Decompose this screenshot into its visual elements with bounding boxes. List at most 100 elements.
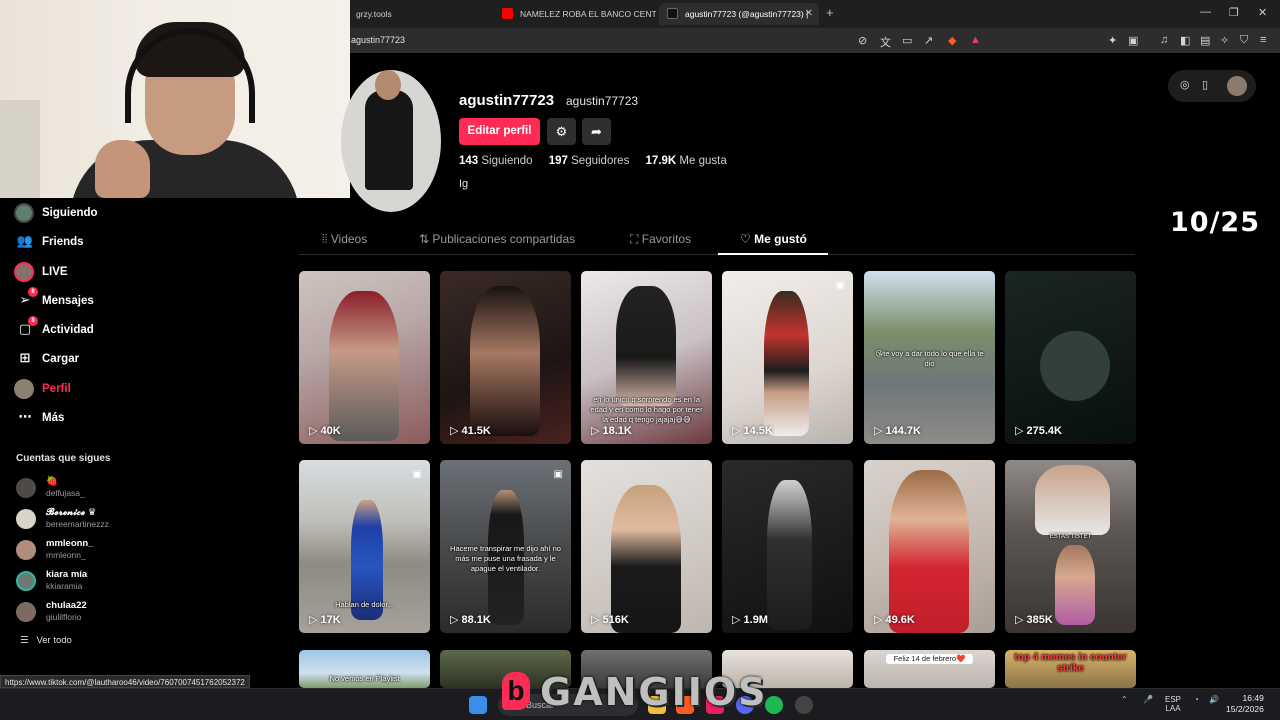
language-indicator[interactable]: ESP LAA	[1165, 695, 1181, 713]
video-thumbnail[interactable]: ESTAS TISTET ▷ 385K	[1005, 460, 1136, 633]
edit-profile-button[interactable]: Editar perfil	[459, 118, 540, 145]
thumbnail-figure	[1040, 331, 1110, 401]
url-field[interactable]: agustin77723	[351, 35, 405, 45]
wallet-icon[interactable]: ▤	[1200, 34, 1210, 47]
sidebar-item-label: Perfil	[42, 383, 71, 396]
video-thumbnail[interactable]: ▷ 49.6K	[864, 460, 995, 633]
profile-avatar[interactable]	[341, 70, 441, 212]
browser-tab-grzy[interactable]: grzy.tools	[330, 3, 490, 25]
video-thumbnail[interactable]: No vemos en Playlist	[299, 650, 430, 688]
video-thumbnail[interactable]: 😘te voy a dar todo lo que ella te dio ▷ …	[864, 271, 995, 444]
tab-videos[interactable]: ⦙⦙ Videos	[322, 232, 367, 247]
cast-icon[interactable]: ▭	[902, 34, 912, 47]
leo-ai-icon[interactable]: ✧	[1220, 34, 1229, 47]
rewards-icon[interactable]: ▲	[970, 34, 981, 46]
profile-avatar-icon	[14, 379, 34, 399]
avatar	[16, 602, 36, 622]
vpn-icon[interactable]: ⛉	[1240, 34, 1248, 47]
browser-tab-youtube[interactable]: NAMELEZ ROBA EL BANCO CENTRAL	[494, 3, 656, 25]
obs-icon[interactable]	[795, 696, 813, 714]
menu-icon[interactable]: ≡	[1260, 34, 1266, 46]
user-avatar-icon[interactable]	[1227, 76, 1247, 96]
sidebar-item-label: Cargar	[42, 353, 80, 365]
microphone-icon[interactable]: 🎤	[1143, 695, 1153, 704]
thumbnail-figure	[764, 291, 809, 436]
close-window-icon[interactable]: ✕	[1258, 6, 1267, 19]
view-count: ▷ 275.4K	[1015, 425, 1062, 437]
share-icon[interactable]: ↗	[924, 34, 933, 47]
sidebar-item-upload[interactable]: ⊞ Cargar	[14, 350, 80, 372]
profile-nickname: agustin77723	[566, 94, 639, 108]
view-count-value: 18.1K	[602, 425, 632, 437]
video-thumbnail[interactable]: en lo unico q sorprendo es en la edad y …	[581, 271, 712, 444]
following-count[interactable]: 143	[459, 155, 478, 167]
account-handle: mmleonn_	[46, 550, 86, 560]
sidebar-item-activity[interactable]: ▢ Actividad 8	[14, 316, 94, 343]
tabs-divider	[299, 254, 1135, 255]
clock-time: 16:49	[1242, 693, 1264, 703]
view-count-value: 17K	[320, 614, 341, 626]
video-thumbnail[interactable]: ▣ Hablan de dolor... ▷ 17K	[299, 460, 430, 633]
thumbnail-figure	[611, 485, 681, 633]
video-thumbnail[interactable]: Feliz 14 de febrero❤️	[864, 650, 995, 688]
phone-icon[interactable]: ▯	[1202, 78, 1208, 91]
video-thumbnail[interactable]: ▷ 1.9M	[722, 460, 853, 633]
tray-chevron-icon[interactable]: ⌃	[1121, 695, 1128, 704]
compass-icon[interactable]: ◎	[1180, 78, 1190, 91]
windows-start-icon[interactable]	[469, 696, 487, 714]
tab-favorites[interactable]: ⛶ Favoritos	[630, 232, 691, 247]
tab-liked[interactable]: ♡ Me gustó	[740, 232, 807, 246]
no-tracking-icon[interactable]: ⊘	[858, 34, 867, 47]
sidebar-item-friends[interactable]: 👥 Friends	[14, 233, 84, 255]
video-caption: 😘te voy a dar todo lo que ella te dio	[875, 349, 984, 368]
video-thumbnail[interactable]: ▷ 40K	[299, 271, 430, 444]
sidebar-toggle-icon[interactable]: ◧	[1180, 34, 1190, 47]
extensions-icon[interactable]: ✦	[1108, 34, 1117, 47]
view-count: ▷ 41.5K	[450, 425, 491, 437]
followers-count[interactable]: 197	[549, 155, 568, 167]
account-name: kiara mía	[46, 569, 88, 580]
video-thumbnail[interactable]: ▣ ▷ 14.5K	[722, 271, 853, 444]
media-icon[interactable]: ♫	[1160, 34, 1168, 46]
profile-username: agustin77723	[459, 92, 555, 109]
browser-tab-tiktok[interactable]: agustin77723 (@agustin77723) | ✕	[659, 3, 819, 25]
wifi-icon[interactable]: ◔	[1194, 695, 1199, 704]
share-profile-icon[interactable]: ➦	[582, 118, 611, 145]
sidebar-item-label: Actividad	[42, 324, 94, 336]
sidebar-item-more[interactable]: ⋯ Más	[14, 409, 65, 431]
view-count: ▷ 516K	[591, 614, 629, 626]
bookmark-icon: ⛶	[630, 232, 639, 246]
settings-gear-icon[interactable]: ⚙	[547, 118, 576, 145]
close-tab-icon[interactable]: ✕	[805, 8, 813, 19]
restore-icon[interactable]: ❐	[1229, 6, 1239, 19]
view-count: ▷ 1.9M	[732, 614, 768, 626]
translate-icon[interactable]: 文	[880, 34, 891, 50]
video-thumbnail[interactable]: ▷ 516K	[581, 460, 712, 633]
avatar	[16, 540, 36, 560]
video-thumbnail[interactable]: ▣ Haceme transpirar me dijo ahí no más m…	[440, 460, 571, 633]
minimize-icon[interactable]: —	[1200, 6, 1211, 18]
video-caption: Haceme transpirar me dijo ahí no más me …	[450, 544, 561, 573]
sidebar-item-messages[interactable]: ➢ Mensajes 8	[14, 287, 94, 314]
volume-icon[interactable]: 🔊	[1209, 695, 1219, 704]
video-thumbnail[interactable]: ▷ 275.4K	[1005, 271, 1136, 444]
brave-shield-icon[interactable]: ◆	[948, 34, 956, 47]
view-count: ▷ 88.1K	[450, 614, 491, 626]
sidebar-item-live[interactable]: LIVE	[14, 262, 68, 284]
video-thumbnail[interactable]: top 4 memes in counter strike	[1005, 650, 1136, 688]
photo-post-icon: ▣	[412, 469, 422, 480]
view-count: ▷ 14.5K	[732, 425, 773, 437]
photo-post-icon: ▣	[835, 280, 845, 291]
see-all-link[interactable]: ☰ Ver todo	[20, 635, 72, 646]
tab-shared-posts[interactable]: ⇅ Publicaciones compartidas	[419, 232, 575, 246]
sidebar-item-following[interactable]: Siguiendo	[14, 203, 98, 225]
new-tab-icon[interactable]: +	[826, 5, 834, 20]
screenshot-icon[interactable]: ▣	[1128, 34, 1138, 47]
video-caption: Hablan de dolor...	[335, 600, 394, 609]
sidebar-item-profile[interactable]: Perfil	[14, 379, 71, 401]
tab-label: agustin77723 (@agustin77723) |	[685, 9, 809, 19]
overlay-counter: 10/25	[1170, 207, 1261, 238]
view-count-value: 88.1K	[461, 614, 491, 626]
taskbar-clock[interactable]: 16:49 15/2/2026	[1226, 693, 1264, 715]
video-thumbnail[interactable]: ▷ 41.5K	[440, 271, 571, 444]
